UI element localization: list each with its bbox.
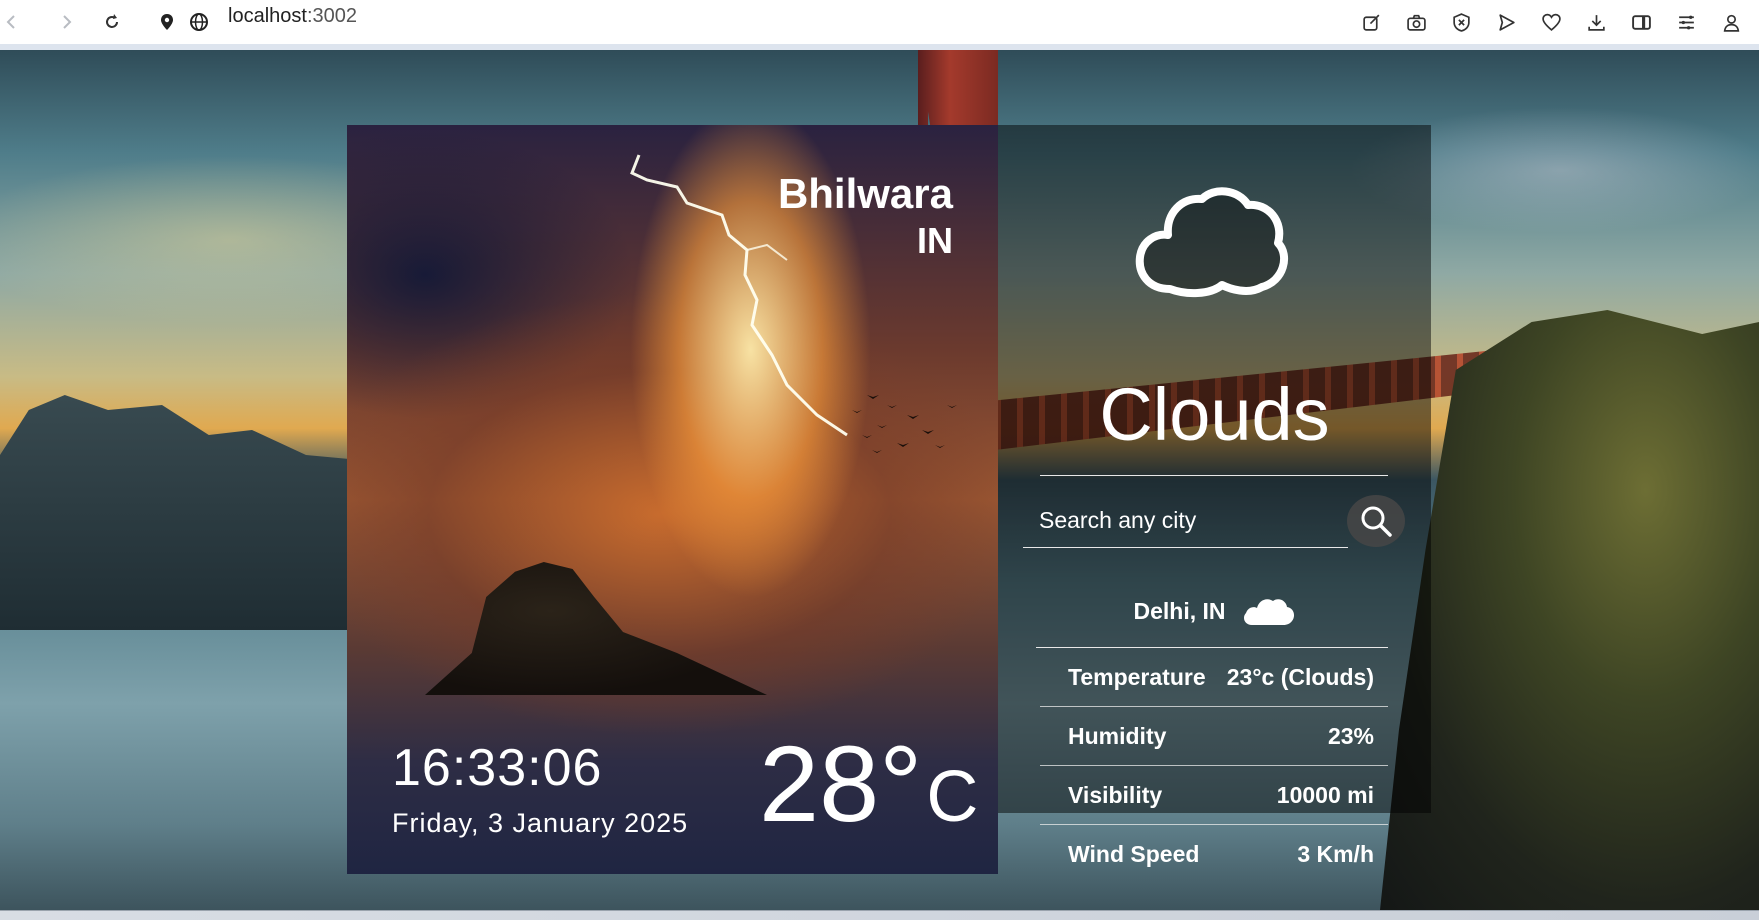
weather-condition: Clouds (1099, 373, 1330, 456)
info-label: Humidity (1068, 722, 1167, 749)
temperature-value: 28° (759, 723, 923, 844)
back-icon[interactable] (0, 8, 26, 36)
small-cloud-icon (1243, 599, 1294, 625)
result-location-label: Delhi, IN (1133, 597, 1226, 624)
search-icon (1361, 506, 1392, 537)
camera-icon[interactable] (1402, 8, 1430, 36)
forward-icon[interactable] (52, 8, 80, 36)
info-label: Temperature (1068, 663, 1206, 690)
country-code: IN (917, 220, 953, 261)
divider (1040, 475, 1388, 476)
background-rocks (1380, 310, 1759, 910)
search-input[interactable] (1023, 493, 1348, 548)
current-date: Friday, 3 January 2025 (392, 808, 689, 838)
forecast-panel: Clouds Delhi, IN Temperature 23°c (Cloud… (998, 125, 1431, 825)
temperature-unit: C (926, 757, 979, 837)
browser-toolbar: localhost:3002 (0, 0, 1759, 50)
cloud-icon (1135, 187, 1289, 298)
edit-page-icon[interactable] (1357, 8, 1385, 36)
search-bar (1023, 493, 1413, 549)
reload-icon[interactable] (98, 8, 126, 36)
result-location: Delhi, IN (998, 589, 1431, 633)
current-time: 16:33:06 (392, 739, 603, 797)
info-row-humidity: Humidity 23% (1040, 707, 1388, 766)
heart-icon[interactable] (1537, 8, 1565, 36)
url-host: localhost (228, 5, 307, 27)
birds-icon (852, 395, 957, 453)
current-temperature: 28°C (759, 725, 978, 856)
search-button[interactable] (1347, 495, 1405, 547)
info-label: Wind Speed (1068, 840, 1200, 867)
info-row-wind-speed: Wind Speed 3 Km/h (1040, 825, 1388, 883)
send-icon[interactable] (1492, 8, 1520, 36)
weather-card: Bhilwara IN 16:33:06 Friday, 3 January 2… (347, 125, 998, 874)
tab-view-icon[interactable] (1627, 8, 1655, 36)
location-pin-icon[interactable] (153, 8, 181, 36)
info-row-temperature: Temperature 23°c (Clouds) (1040, 648, 1388, 707)
profile-icon[interactable] (1717, 8, 1745, 36)
info-row-visibility: Visibility 10000 mi (1040, 766, 1388, 825)
background-mountain (0, 395, 360, 630)
info-label: Visibility (1068, 781, 1163, 808)
city-name: Bhilwara (777, 170, 953, 217)
shield-icon[interactable] (1447, 8, 1475, 36)
download-icon[interactable] (1582, 8, 1610, 36)
url-port: :3002 (306, 5, 357, 27)
address-bar[interactable]: localhost:3002 (228, 3, 357, 29)
info-value: 23°c (Clouds) (1226, 663, 1374, 690)
globe-icon[interactable] (185, 8, 213, 36)
info-value: 3 Km/h (1297, 840, 1374, 867)
info-value: 10000 mi (1276, 781, 1374, 808)
menu-icon[interactable] (1672, 8, 1700, 36)
info-value: 23% (1327, 722, 1374, 749)
